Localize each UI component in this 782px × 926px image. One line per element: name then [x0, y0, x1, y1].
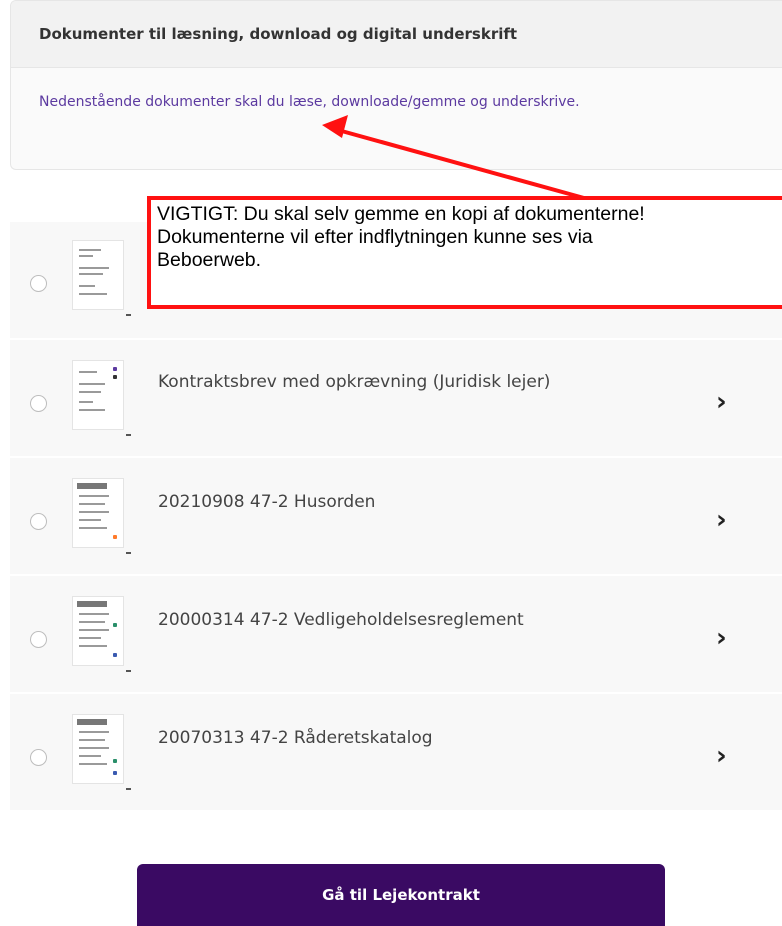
info-card-heading: Dokumenter til læsning, download og digi… — [11, 1, 782, 68]
document-row[interactable]: 20210908 47-2 Husorden › — [10, 458, 782, 576]
document-thumbnail-icon — [72, 360, 124, 430]
document-row[interactable]: 20000314 47-2 Vedligeholdelsesreglement … — [10, 576, 782, 694]
document-row[interactable]: 20070313 47-2 Råderetskatalog › — [10, 694, 782, 812]
document-thumbnail-icon — [72, 240, 124, 310]
thumbnail-mark — [126, 314, 131, 316]
document-radio[interactable] — [30, 513, 47, 530]
thumbnail-mark — [126, 434, 131, 436]
annotation-line: VIGTIGT: Du skal selv gemme en kopi af d… — [157, 203, 645, 225]
annotation-line: Beboerweb. — [157, 249, 262, 271]
document-radio[interactable] — [30, 275, 47, 292]
chevron-right-icon[interactable]: › — [716, 507, 736, 533]
chevron-right-icon[interactable]: › — [716, 743, 736, 769]
document-radio[interactable] — [30, 749, 47, 766]
document-title[interactable]: 20070313 47-2 Råderetskatalog — [158, 728, 433, 748]
annotation-line: Dokumenterne vil efter indflytningen kun… — [157, 226, 593, 248]
go-to-lease-button[interactable]: Gå til Lejekontrakt — [137, 864, 665, 926]
document-title[interactable]: Kontraktsbrev med opkrævning (Juridisk l… — [158, 372, 550, 392]
annotation-callout: VIGTIGT: Du skal selv gemme en kopi af d… — [147, 196, 782, 309]
document-title[interactable]: 20000314 47-2 Vedligeholdelsesreglement — [158, 610, 524, 630]
document-radio[interactable] — [30, 395, 47, 412]
document-list: Kontraktsbrev med opkrævning (Juridisk l… — [10, 222, 782, 812]
chevron-right-icon[interactable]: › — [716, 389, 736, 415]
document-thumbnail-icon — [72, 596, 124, 666]
thumbnail-mark — [126, 670, 131, 672]
document-title[interactable]: 20210908 47-2 Husorden — [158, 492, 375, 512]
thumbnail-mark — [126, 788, 131, 790]
thumbnail-mark — [126, 552, 131, 554]
document-radio[interactable] — [30, 631, 47, 648]
documents-info-card: Dokumenter til læsning, download og digi… — [10, 0, 782, 170]
document-thumbnail-icon — [72, 714, 124, 784]
document-row[interactable]: Kontraktsbrev med opkrævning (Juridisk l… — [10, 340, 782, 458]
chevron-right-icon[interactable]: › — [716, 625, 736, 651]
document-thumbnail-icon — [72, 478, 124, 548]
info-card-text: Nedenstående dokumenter skal du læse, do… — [39, 94, 580, 110]
